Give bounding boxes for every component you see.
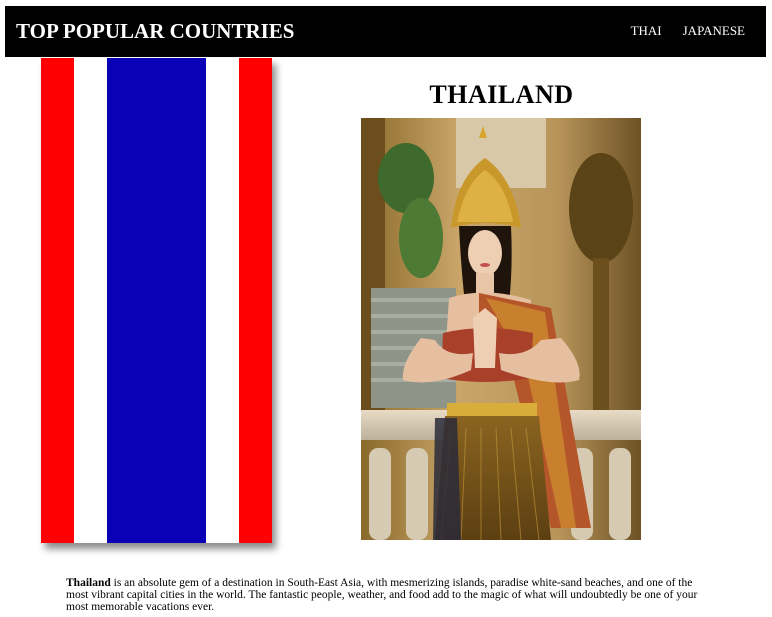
country-description: Thailand is an absolute gem of a destina… [66,577,716,613]
nav-link-thai[interactable]: THAI [631,23,662,39]
flag-stripe-red-left [41,58,74,543]
nav-link-japanese[interactable]: JAPANESE [683,23,745,39]
site-header: TOP POPULAR COUNTRIES THAI JAPANESE [5,6,766,57]
site-title: TOP POPULAR COUNTRIES [16,19,295,43]
thai-dancer-photo [361,118,641,540]
description-lead: Thailand [66,577,111,589]
thailand-flag [41,58,272,543]
flag-stripe-blue [107,58,206,543]
main-nav: THAI JAPANESE [631,23,745,39]
flag-stripe-red-right [239,58,272,543]
country-title: THAILAND [429,80,574,109]
flag-stripe-white-left [74,58,107,543]
flag-stripe-white-right [206,58,239,543]
description-body: is an absolute gem of a destination in S… [66,577,698,613]
